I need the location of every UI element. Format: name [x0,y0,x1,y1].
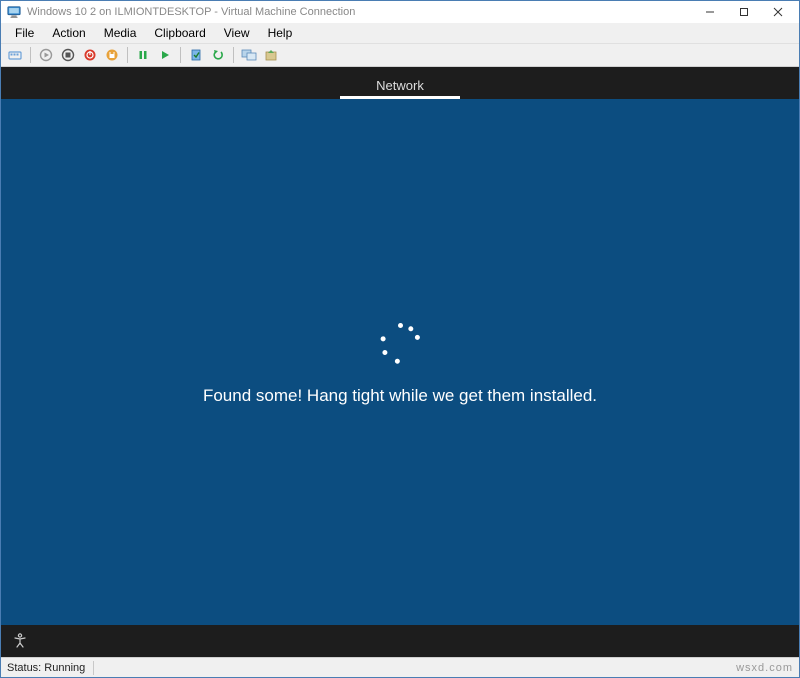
guest-display: Network Found some! Hang tight while we … [1,67,799,657]
watermark-text: wsxd.com [736,662,793,674]
save-button[interactable] [102,45,122,65]
reset-button[interactable] [155,45,175,65]
menu-clipboard[interactable]: Clipboard [146,24,213,42]
tab-underline [340,96,460,99]
oobe-body: Found some! Hang tight while we get them… [1,99,799,625]
accessibility-icon[interactable] [11,632,29,650]
minimize-button[interactable] [693,1,727,23]
status-separator [93,661,94,675]
window-title: Windows 10 2 on ILMIONTDESKTOP - Virtual… [27,6,355,18]
menu-action[interactable]: Action [44,24,93,42]
oobe-footer [1,625,799,657]
oobe-header: Network [1,67,799,99]
pause-button[interactable] [133,45,153,65]
oobe-status-message: Found some! Hang tight while we get them… [203,386,597,406]
start-button[interactable] [36,45,56,65]
toolbar-separator [127,47,128,63]
statusbar: Status: Running wsxd.com [1,657,799,677]
ctrl-alt-del-button[interactable] [5,45,25,65]
status-label: Status: Running [7,662,85,674]
toolbar-separator [233,47,234,63]
vm-monitor-icon [7,5,21,19]
menubar: File Action Media Clipboard View Help [1,23,799,43]
shutdown-button[interactable] [80,45,100,65]
close-button[interactable] [761,1,795,23]
menu-view[interactable]: View [216,24,258,42]
toolbar-separator [180,47,181,63]
menu-file[interactable]: File [7,24,42,42]
checkpoint-button[interactable] [186,45,206,65]
loading-spinner-icon [375,318,425,368]
share-button[interactable] [261,45,281,65]
toolbar-separator [30,47,31,63]
revert-button[interactable] [208,45,228,65]
menu-help[interactable]: Help [260,24,301,42]
toolbar [1,43,799,67]
titlebar: Windows 10 2 on ILMIONTDESKTOP - Virtual… [1,1,799,23]
turn-off-button[interactable] [58,45,78,65]
menu-media[interactable]: Media [96,24,145,42]
maximize-button[interactable] [727,1,761,23]
enhanced-session-button[interactable] [239,45,259,65]
window-controls [693,1,795,23]
